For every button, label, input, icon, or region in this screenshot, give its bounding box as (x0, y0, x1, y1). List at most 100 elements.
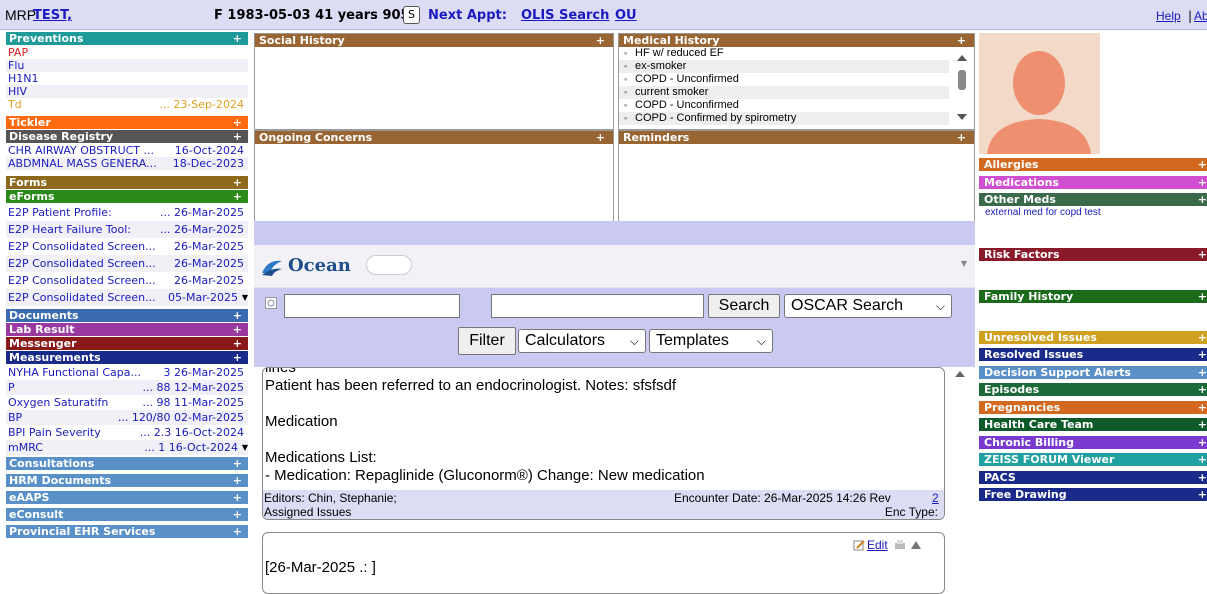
preventions-header[interactable]: Preventions + (6, 32, 248, 45)
filter-button[interactable]: Filter (458, 327, 516, 355)
encounter-search-input[interactable] (491, 294, 704, 318)
other-meds-header[interactable]: Other Meds + (979, 193, 1207, 206)
eform-item[interactable]: E2P Consolidated Screen... 26-Mar-2025 (6, 238, 248, 255)
add-eform-button[interactable]: + (233, 190, 242, 203)
help-link[interactable]: Help (1156, 9, 1181, 23)
search-button[interactable]: Search (708, 294, 780, 318)
health-care-team-header[interactable]: Health Care Team + (979, 418, 1207, 431)
encounter-note[interactable]: lines Patient has been referred to an en… (262, 367, 945, 520)
olis-search-link[interactable]: OLIS Search (521, 8, 609, 23)
note-revision-link[interactable]: 2 (932, 491, 939, 505)
prevention-item[interactable]: Td... 23-Sep-2024 (6, 98, 248, 111)
measurements-header[interactable]: Measurements + (6, 351, 248, 364)
oscar-search-select[interactable]: OSCAR Search ⌵ (784, 294, 952, 318)
prevention-item[interactable]: Flu (6, 59, 248, 72)
add-tickler-button[interactable]: + (233, 116, 242, 129)
documents-header[interactable]: Documents + (6, 309, 248, 322)
measurement-item[interactable]: Oxygen Saturatifn... 98 11-Mar-2025 (6, 395, 248, 410)
ou-link[interactable]: OU (615, 8, 637, 23)
chronic-billing-header[interactable]: Chronic Billing + (979, 436, 1207, 449)
add-ongoing-concern-button[interactable]: + (596, 131, 605, 144)
eforms-header[interactable]: eForms + (6, 190, 248, 203)
add-reminder-button[interactable]: + (957, 131, 966, 144)
collapse-icon[interactable] (910, 539, 922, 551)
add-disease-button[interactable]: + (233, 130, 242, 143)
tickler-header[interactable]: Tickler + (6, 116, 248, 129)
pregnancies-header[interactable]: Pregnancies + (979, 401, 1207, 414)
resolved-issues-header[interactable]: Resolved Issues + (979, 348, 1207, 361)
add-lab-button[interactable]: + (233, 323, 242, 336)
forms-header[interactable]: Forms + (6, 176, 248, 189)
messenger-header[interactable]: Messenger + (6, 337, 248, 350)
consultations-header[interactable]: Consultations + (6, 457, 248, 470)
measurement-item[interactable]: NYHA Functional Capa... 3 26-Mar-2025 (6, 365, 248, 380)
econsult-header[interactable]: eConsult + (6, 508, 248, 521)
list-item[interactable]: COPD - Confirmed by spirometry (619, 112, 949, 125)
disease-registry-item[interactable]: ABDMNAL MASS GENERA... 18-Dec-2023 (6, 157, 248, 170)
prevention-item[interactable]: HIV (6, 85, 248, 98)
edit-link[interactable]: Edit (867, 538, 888, 552)
calculators-select[interactable]: Calculators ⌵ (518, 329, 646, 353)
eform-item[interactable]: E2P Consolidated Screen... 26-Mar-2025 (6, 255, 248, 272)
s-button[interactable]: S (403, 6, 420, 24)
eform-item[interactable]: E2P Patient Profile:... 26-Mar-2025 (6, 204, 248, 221)
list-item[interactable]: COPD - Unconfirmed (619, 73, 949, 86)
add-consultation-button[interactable]: + (233, 457, 242, 470)
reminders-header[interactable]: Reminders + (619, 131, 974, 144)
about-link[interactable]: Abo (1194, 9, 1207, 23)
add-hrm-button[interactable]: + (233, 474, 242, 487)
lab-result-header[interactable]: Lab Result + (6, 323, 248, 336)
ocean-logo[interactable]: Ocean (288, 255, 351, 276)
encounter-scrollbar[interactable] (952, 367, 968, 532)
ongoing-concerns-header[interactable]: Ongoing Concerns + (255, 131, 613, 144)
disease-registry-header[interactable]: Disease Registry + (6, 130, 248, 143)
provincial-ehr-header[interactable]: Provincial EHR Services + (6, 525, 248, 538)
scroll-down-icon[interactable]: ▼ (242, 289, 248, 306)
add-document-button[interactable]: + (233, 309, 242, 322)
patient-name-link[interactable]: TEST, (33, 8, 72, 23)
disease-registry-item[interactable]: CHR AIRWAY OBSTRUCT ... 16-Oct-2024 (6, 144, 248, 157)
add-prevention-button[interactable]: + (233, 32, 242, 45)
medical-history-header[interactable]: Medical History + (619, 34, 974, 47)
allergies-header[interactable]: Allergies + (979, 158, 1207, 171)
quick-search-input[interactable] (284, 294, 460, 318)
add-form-button[interactable]: + (233, 176, 242, 189)
prevention-item[interactable]: H1N1 (6, 72, 248, 85)
measurement-item[interactable]: P... 88 12-Mar-2025 (6, 380, 248, 395)
edit-icon[interactable] (853, 539, 865, 551)
list-item[interactable]: ex-smoker (619, 60, 949, 73)
print-icon[interactable] (894, 539, 906, 551)
unresolved-issues-header[interactable]: Unresolved Issues + (979, 331, 1207, 344)
add-social-history-button[interactable]: + (596, 34, 605, 47)
list-item[interactable]: current smoker (619, 86, 949, 99)
templates-select[interactable]: Templates ⌵ (649, 329, 773, 353)
add-eaaps-button[interactable]: + (233, 491, 242, 504)
medical-history-scrollbar[interactable] (956, 52, 968, 124)
list-item[interactable]: COPD - Unconfirmed (619, 99, 949, 112)
add-econsult-button[interactable]: + (233, 508, 242, 521)
hrm-documents-header[interactable]: HRM Documents + (6, 474, 248, 487)
list-item[interactable]: HF w/ reduced EF (619, 47, 949, 60)
add-message-button[interactable]: + (233, 337, 242, 350)
encounter-note[interactable]: Edit [26-Mar-2025 .: ] (262, 532, 945, 594)
chevron-down-icon[interactable]: ▼ (961, 259, 967, 268)
measurement-item[interactable]: BPI Pain Severity... 2.3 16-Oct-2024 (6, 425, 248, 440)
scroll-down-icon[interactable]: ▼ (242, 440, 248, 455)
ocean-toggle[interactable] (366, 255, 412, 275)
add-ehr-button[interactable]: + (233, 525, 242, 538)
other-meds-item[interactable]: external med for copd test (985, 207, 1101, 218)
pacs-header[interactable]: PACS + (979, 471, 1207, 484)
social-history-header[interactable]: Social History + (255, 34, 613, 47)
eform-item[interactable]: E2P Consolidated Screen... 26-Mar-2025 (6, 272, 248, 289)
zeiss-forum-header[interactable]: ZEISS FORUM Viewer + (979, 453, 1207, 466)
add-medical-history-button[interactable]: + (957, 34, 966, 47)
eaaps-header[interactable]: eAAPS + (6, 491, 248, 504)
medications-header[interactable]: Medications + (979, 176, 1207, 189)
risk-factors-header[interactable]: Risk Factors + (979, 248, 1207, 261)
free-drawing-header[interactable]: Free Drawing + (979, 488, 1207, 501)
eform-item[interactable]: E2P Consolidated Screen... 05-Mar-2025 ▼ (6, 289, 248, 306)
search-icon[interactable] (265, 297, 277, 309)
episodes-header[interactable]: Episodes + (979, 383, 1207, 396)
measurement-item[interactable]: mMRC... 1 16-Oct-2024 ▼ (6, 440, 248, 455)
family-history-header[interactable]: Family History + (979, 290, 1207, 303)
